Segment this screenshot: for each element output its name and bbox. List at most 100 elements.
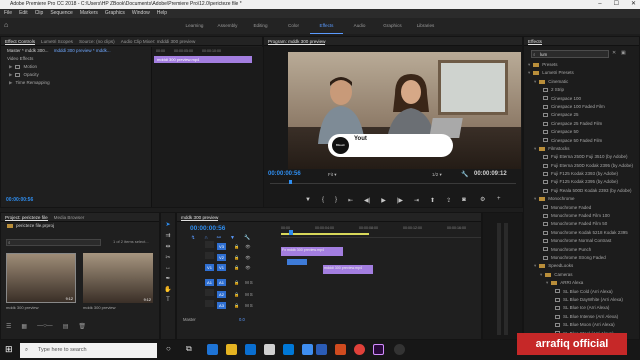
program-fit-dropdown[interactable]: Fit ▾: [328, 172, 354, 179]
lock-icon[interactable]: 🔒: [234, 303, 239, 308]
lock-icon[interactable]: 🔒: [234, 265, 239, 270]
source-patch-toggle[interactable]: [205, 300, 214, 307]
menu-edit[interactable]: Edit: [19, 9, 28, 18]
disclosure-triangle-icon[interactable]: ▾: [546, 280, 548, 285]
mark-in-icon[interactable]: {: [322, 197, 324, 204]
effects-item[interactable]: SL Blue DayWhite (Arri Alexa): [524, 296, 640, 304]
tab-program[interactable]: Program: mddk 300 preview: [268, 37, 326, 45]
home-icon[interactable]: ⌂: [4, 22, 8, 29]
project-thumb-1[interactable]: 9:12: [6, 253, 76, 303]
effects-folder[interactable]: ▾ SpeedLooks: [524, 262, 640, 270]
hand-tool-icon[interactable]: ✋: [164, 286, 171, 293]
effects-item[interactable]: SL Blue Cold (Arri Alexa): [524, 288, 640, 296]
timeline-clip-v1[interactable]: [287, 259, 307, 265]
settings-icon[interactable]: ⚙: [480, 196, 485, 203]
source-patch-toggle[interactable]: A1: [205, 279, 214, 286]
disclosure-triangle-icon[interactable]: ▾: [540, 272, 542, 277]
new-item-icon[interactable]: ▤: [63, 323, 69, 330]
wrench-icon[interactable]: 🔧: [461, 171, 468, 178]
menu-file[interactable]: File: [4, 9, 12, 18]
effects-folder[interactable]: ▾ Lumetri Presets: [524, 69, 640, 77]
go-to-in-icon[interactable]: ⇤: [348, 197, 353, 204]
effects-item[interactable]: Cinespace 50: [524, 128, 640, 136]
lock-icon[interactable]: 🔒: [234, 292, 239, 297]
effect-row-time-remapping[interactable]: ▶ Time Remapping: [1, 79, 151, 87]
marker-icon[interactable]: ▼: [305, 197, 311, 204]
eye-icon[interactable]: 👁: [245, 265, 250, 270]
lock-icon[interactable]: 🔒: [234, 280, 239, 285]
track-header-v2[interactable]: V2 🔒 👁: [177, 252, 287, 261]
effects-item[interactable]: Monochrome Faded: [524, 204, 640, 212]
source-patch-toggle[interactable]: V1: [205, 264, 214, 271]
razor-tool-icon[interactable]: ✂: [165, 254, 170, 261]
track-select-tool-icon[interactable]: ⇉: [165, 232, 170, 239]
effects-item[interactable]: SL Blue Intense (Arri Alexa): [524, 313, 640, 321]
new-bin-icon[interactable]: ▣: [621, 50, 626, 56]
track-target-toggle[interactable]: A3: [217, 302, 226, 309]
mute-solo-buttons[interactable]: M S: [245, 292, 252, 297]
clear-search-icon[interactable]: ✕: [612, 50, 616, 56]
effects-item[interactable]: SL Blue Ice (Arri Alexa): [524, 304, 640, 312]
mark-out-icon[interactable]: }: [335, 197, 337, 204]
effects-item[interactable]: Fuji F125 Kodak 2395 (by Adobe): [524, 178, 640, 186]
disclosure-triangle-icon[interactable]: ▾: [534, 79, 536, 84]
tab-lumetri-scopes[interactable]: Lumetri Scopes: [41, 37, 73, 45]
disclosure-triangle-icon[interactable]: ▾: [528, 62, 530, 67]
tab-source[interactable]: Source: (no clips): [79, 37, 115, 45]
workspace-tab-assembly[interactable]: Assembly: [211, 18, 244, 34]
taskbar-search[interactable]: ⌕ Type here to search: [20, 343, 157, 358]
tab-media-browser[interactable]: Media Browser: [54, 213, 85, 221]
clip-label[interactable]: mdddi 300 preview * mddk...: [54, 48, 111, 53]
menu-clip[interactable]: Clip: [35, 9, 44, 18]
step-back-icon[interactable]: ◀|: [364, 197, 370, 204]
track-target-toggle[interactable]: A2: [217, 291, 226, 298]
type-tool-icon[interactable]: T: [166, 297, 170, 303]
lift-icon[interactable]: ⬆: [430, 197, 435, 204]
source-patch-toggle[interactable]: [205, 241, 214, 248]
effects-item[interactable]: Fuji F125 Kodak 2393 (by Adobe): [524, 170, 640, 178]
workspace-tab-color[interactable]: Color: [277, 18, 310, 34]
work-area-bar[interactable]: [281, 233, 369, 235]
add-button-icon[interactable]: +: [497, 196, 501, 202]
timeline-clip-drag[interactable]: mdddi 300 preview.mp4: [323, 265, 373, 274]
effects-item[interactable]: Cinespace 100: [524, 95, 640, 103]
track-header-a1[interactable]: A1 A1 🔒 M S: [177, 278, 287, 287]
workspace-tab-learning[interactable]: Learning: [178, 18, 211, 34]
disclosure-triangle-icon[interactable]: ▾: [528, 70, 530, 75]
tab-timeline[interactable]: mddk 300 preview: [181, 213, 219, 221]
close-button[interactable]: ✕: [631, 0, 636, 9]
ec-timecode[interactable]: 00:00:00:56: [6, 197, 33, 203]
effect-row-opacity[interactable]: ▶ Opacity: [1, 71, 151, 79]
ripple-edit-tool-icon[interactable]: ⇹: [165, 243, 170, 250]
workspace-tab-libraries[interactable]: Libraries: [409, 18, 442, 34]
effects-item[interactable]: Monochrome Normal Contrast: [524, 237, 640, 245]
edge-icon[interactable]: [207, 344, 218, 355]
play-icon[interactable]: ▶: [381, 197, 386, 204]
opera-icon[interactable]: [354, 344, 365, 355]
track-header-a3[interactable]: A3 🔒 M S: [177, 300, 287, 309]
source-patch-toggle[interactable]: [205, 289, 214, 296]
track-header-v3[interactable]: V3 🔒 👁: [177, 241, 287, 250]
word-icon[interactable]: [316, 344, 327, 355]
effects-folder[interactable]: ▾ Monochrome: [524, 195, 640, 203]
workspace-tab-editing[interactable]: Editing: [244, 18, 277, 34]
selection-tool-icon[interactable]: ➤: [165, 221, 170, 228]
tab-effect-controls[interactable]: Effect Controls: [5, 37, 36, 45]
workspace-tab-audio[interactable]: Audio: [343, 18, 376, 34]
ec-clip-bar[interactable]: mdddi 300 preview.mp4: [154, 56, 252, 63]
pen-tool-icon[interactable]: ✒: [165, 275, 170, 282]
effects-folder[interactable]: ▾ Filmstocks: [524, 145, 640, 153]
timeline-playhead[interactable]: [289, 230, 293, 235]
tab-audio-clip-mixer[interactable]: Audio Clip Mixer: mdddi 300 preview: [121, 37, 196, 45]
program-playhead[interactable]: [289, 180, 292, 184]
track-target-toggle[interactable]: V2: [217, 254, 226, 261]
effects-folder[interactable]: ▾ Cinematic: [524, 78, 640, 86]
effects-item[interactable]: Monochrome Faded Film 50: [524, 220, 640, 228]
file-explorer-icon[interactable]: [226, 344, 237, 355]
zoom-slider[interactable]: —○—: [37, 323, 53, 330]
trash-icon[interactable]: 🗑: [78, 323, 86, 330]
mute-solo-buttons[interactable]: M S: [245, 280, 252, 285]
effects-item[interactable]: Fuji Reala 500D Kodak 2393 (by Adobe): [524, 187, 640, 195]
workspace-tab-graphics[interactable]: Graphics: [376, 18, 409, 34]
extract-icon[interactable]: ⇪: [446, 197, 451, 204]
